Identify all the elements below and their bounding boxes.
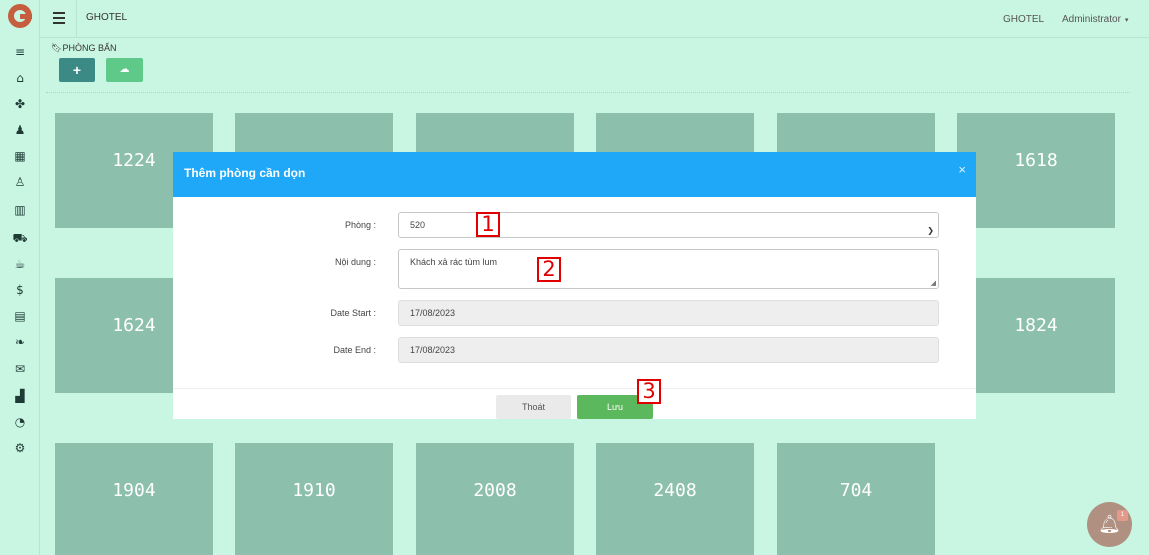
table-icon[interactable]: ▤ [10, 308, 30, 324]
room-select-value: 520 [410, 220, 426, 230]
annotation-marker: 2 [537, 257, 561, 282]
dollar-icon[interactable]: $ [10, 282, 30, 298]
date-end-field: 17/08/2023 [398, 337, 939, 363]
exit-button[interactable]: Thoát [496, 395, 571, 419]
resize-handle-icon[interactable]: ◢ [931, 279, 936, 287]
user-tie-icon[interactable]: ♟ [10, 122, 30, 138]
chart-icon[interactable]: ▟ [10, 388, 30, 404]
menu-icon[interactable]: ≡ [10, 44, 30, 60]
brand-title: GHOTEL [86, 12, 128, 23]
modal-footer [173, 388, 976, 419]
divider [46, 92, 1130, 93]
room-tile[interactable]: 2008 [416, 443, 574, 555]
leaf-icon[interactable]: ❧ [10, 334, 30, 350]
room-tile[interactable]: 1910 [235, 443, 393, 555]
room-tile[interactable]: 1824 [957, 278, 1115, 393]
content-value: Khách xả rác tùm lum [410, 257, 498, 267]
notification-bell-icon[interactable]: 🔔︎ [1087, 502, 1132, 547]
annotation-marker: 1 [476, 212, 500, 237]
divider [76, 0, 77, 38]
room-tile[interactable]: 2408 [596, 443, 754, 555]
grid-icon[interactable]: ▥ [10, 202, 30, 218]
breadcrumb-label: PHÒNG BẨN [62, 43, 117, 53]
settings-icon[interactable]: ⚙ [10, 440, 30, 456]
mail-icon[interactable]: ✉ [10, 361, 30, 377]
annotation-marker: 3 [637, 379, 661, 404]
users-icon[interactable]: ♙ [10, 174, 30, 190]
sidebar: ≡ ⌂ ✤ ♟ ▦ ♙ ▥ ⛟ ☕ $ ▤ ❧ ✉ ▟ ◔ ⚙ [0, 0, 40, 555]
room-tile[interactable]: 1904 [55, 443, 213, 555]
top-bar: GHOTEL GHOTEL Administrator ▾ [40, 0, 1149, 38]
home-icon[interactable]: ⌂ [10, 70, 30, 86]
add-button[interactable]: + [59, 58, 95, 82]
modal-title: Thêm phòng cần dọn [184, 166, 306, 180]
room-tile[interactable]: 704 [777, 443, 935, 555]
breadcrumb: 🔖︎PHÒNG BẨN [51, 43, 116, 54]
date-start-label: Date Start : [330, 308, 376, 318]
date-start-field: 17/08/2023 [398, 300, 939, 326]
add-cleaning-room-modal: Thêm phòng cần dọn × Phòng : 520 ❯ Nội d… [173, 152, 976, 419]
chevron-down-icon: ❯ [927, 226, 934, 235]
brand-link[interactable]: GHOTEL [1003, 14, 1044, 25]
notification-badge: 1 [1117, 510, 1128, 521]
room-tile[interactable]: 1618 [957, 113, 1115, 228]
content-textarea[interactable]: Khách xả rác tùm lum ◢ [398, 249, 939, 289]
content-label: Nội dung : [334, 257, 376, 267]
coffee-icon[interactable]: ☕ [10, 256, 30, 272]
chat-icon[interactable]: ◔ [10, 414, 30, 430]
app-logo[interactable] [8, 4, 32, 28]
chevron-down-icon: ▾ [1124, 17, 1129, 24]
cart-icon[interactable]: ⛟ [10, 230, 30, 246]
modal-header: Thêm phòng cần dọn × [173, 152, 976, 197]
handshake-icon[interactable]: ✤ [10, 96, 30, 112]
room-label: Phòng : [344, 220, 376, 230]
upload-button[interactable]: ☁ [106, 58, 143, 82]
bookmark-icon: 🔖︎ [51, 43, 63, 53]
building-icon[interactable]: ▦ [10, 148, 30, 164]
close-icon[interactable]: × [958, 162, 966, 177]
user-name: Administrator [1062, 14, 1121, 25]
hamburger-icon[interactable] [53, 12, 65, 24]
date-end-label: Date End : [333, 345, 376, 355]
user-menu[interactable]: Administrator ▾ [1062, 14, 1128, 25]
